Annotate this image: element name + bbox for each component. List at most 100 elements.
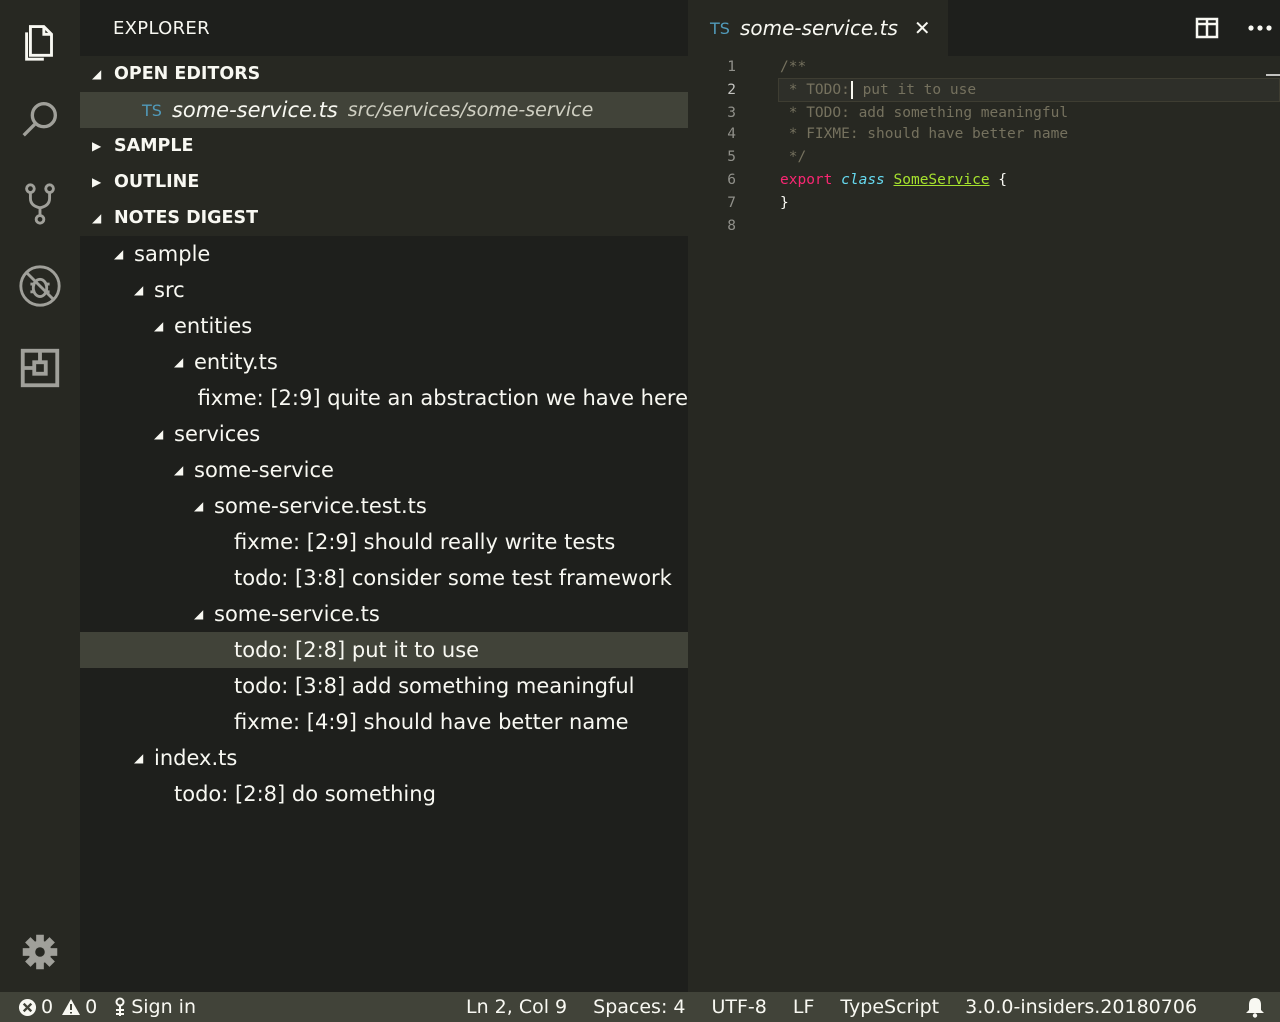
sign-in-label: Sign in [131,996,196,1018]
tree-item-label: entity.ts [194,350,278,374]
tab-bar: TS some-service.ts ✕ [688,0,1280,56]
indentation[interactable]: Spaces: 4 [593,996,685,1018]
tree-folder-item[interactable]: ◢ some-service.ts [80,596,688,632]
notifications-bell-icon[interactable] [1244,996,1266,1022]
error-count: 0 [41,996,54,1018]
encoding[interactable]: UTF-8 [711,996,766,1018]
extensions-icon[interactable] [16,344,64,392]
code-storage: class [841,172,885,188]
tree-item-label: index.ts [154,746,238,770]
typescript-file-icon: TS [142,100,162,120]
code-editor[interactable]: 1 2 3 4 5 6 7 8 /** * TODO: put it to us… [688,56,1280,992]
tree-item-label: todo: [2:8] do something [174,782,436,806]
expanded-twisty-icon: ◢ [134,283,144,297]
section-sample[interactable]: ▶ SAMPLE [80,128,688,164]
collapsed-twisty-icon: ▶ [92,139,102,153]
expanded-twisty-icon: ◢ [194,499,204,513]
debug-icon[interactable] [16,262,64,310]
tree-note-item[interactable]: fixme: [2:9] quite an abstraction we hav… [80,380,688,416]
tree-item-label: sample [134,242,211,266]
code-line: /** [780,59,807,75]
source-control-icon[interactable] [16,180,64,228]
typescript-version[interactable]: 3.0.0-insiders.20180706 [965,996,1197,1018]
text-cursor [850,81,853,99]
tree-item-label: entities [174,314,253,338]
line-number: 5 [727,149,736,165]
tree-item-label: fixme: [2:9] quite an abstraction we hav… [197,386,688,410]
tree-item-label: todo: [3:8] add something meaningful [234,674,635,698]
code-token: put it to use [853,82,977,98]
expanded-twisty-icon: ◢ [154,319,164,333]
section-open-editors[interactable]: ◢ OPEN EDITORS [80,56,688,92]
tree-folder-item[interactable]: ◢ index.ts [80,740,688,776]
cursor-position[interactable]: Ln 2, Col 9 [466,996,567,1018]
tree-folder-item[interactable]: ◢ services [80,416,688,452]
warning-count: 0 [85,996,98,1018]
code-line: * TODO: add something meaningful [780,105,1069,121]
tree-note-item[interactable]: todo: [2:8] put it to use [80,632,688,668]
code-brace: { [998,172,1008,188]
notes-tree: ◢ sample ◢ src ◢ entities ◢ entity.ts fixme: [2:… [80,236,688,812]
warning-icon [62,999,81,1015]
typescript-file-icon: TS [710,18,730,38]
tree-note-item[interactable]: fixme: [2:9] should really write tests [80,524,688,560]
split-editor-icon[interactable] [1193,14,1221,42]
tree-folder-item[interactable]: ◢ entity.ts [80,344,688,380]
open-editor-item[interactable]: TS some-service.ts src/services/some-ser… [80,92,688,128]
search-icon[interactable] [16,96,64,144]
tree-folder-item[interactable]: ◢ entities [80,308,688,344]
line-number: 7 [727,195,736,211]
tree-folder-item[interactable]: ◢ some-service [80,452,688,488]
section-label: NOTES DIGEST [114,208,259,228]
end-of-line[interactable]: LF [793,996,815,1018]
tree-note-item[interactable]: fixme: [4:9] should have better name [80,704,688,740]
code-keyword: export [780,172,833,188]
settings-gear-icon[interactable] [16,928,64,976]
tree-item-label: some-service.ts [214,602,380,626]
tab-some-service[interactable]: TS some-service.ts ✕ [688,0,948,56]
sign-in-button[interactable]: Sign in [113,996,196,1018]
tree-item-label: services [174,422,261,446]
tree-note-item[interactable]: todo: [3:8] add something meaningful [80,668,688,704]
code-class-name: SomeService [893,172,990,188]
explorer-files-icon[interactable] [16,16,64,64]
code-line: * FIXME: should have better name [780,126,1069,142]
tree-folder-item[interactable]: ◢ src [80,272,688,308]
tree-item-label: some-service [194,458,334,482]
status-bar: 0 0 Sign in Ln 2, Col 9 Spaces: 4 UTF-8 … [0,992,1280,1022]
line-number: 3 [727,105,736,121]
section-outline[interactable]: ▶ OUTLINE [80,164,688,200]
tree-folder-item[interactable]: ◢ some-service.test.ts [80,488,688,524]
more-actions-icon[interactable] [1246,14,1274,42]
explorer-sidebar: EXPLORER ◢ OPEN EDITORS TS some-service.… [80,0,688,992]
overview-ruler-marker [1266,74,1280,76]
tree-folder-item[interactable]: ◢ sample [80,236,688,272]
open-editor-filename: some-service.ts [171,98,338,122]
tree-note-item[interactable]: todo: [2:8] do something [80,776,688,812]
error-icon [18,998,37,1016]
line-number: 4 [727,126,736,142]
section-notes-digest[interactable]: ◢ NOTES DIGEST [80,200,688,236]
tree-item-label: fixme: [4:9] should have better name [234,710,629,734]
editor-group: TS some-service.ts ✕ 1 2 3 4 5 6 7 8 /**… [688,0,1280,992]
tree-item-label: todo: [2:8] put it to use [234,638,480,662]
tree-note-item[interactable]: todo: [3:8] consider some test framework [80,560,688,596]
section-label: SAMPLE [114,136,194,156]
code-line: export class SomeService { [780,169,1007,192]
line-number: 6 [727,172,736,188]
language-mode[interactable]: TypeScript [840,996,939,1018]
tree-item-label: fixme: [2:9] should really write tests [234,530,616,554]
line-number: 2 [727,82,736,98]
close-icon[interactable]: ✕ [914,16,931,40]
expanded-twisty-icon: ◢ [114,247,124,261]
code-line: * TODO: put it to use [780,79,976,102]
tree-item-label: todo: [3:8] consider some test framework [234,566,672,590]
line-number: 1 [727,59,736,75]
problems-errors[interactable]: 0 [18,996,53,1018]
problems-warnings[interactable]: 0 [61,996,97,1018]
expanded-twisty-icon: ◢ [92,67,102,81]
status-right-group: Ln 2, Col 9 Spaces: 4 UTF-8 LF TypeScrip… [466,992,1223,1022]
tree-item-label: src [154,278,185,302]
tab-label: some-service.ts [739,16,898,40]
line-number: 8 [727,218,736,234]
